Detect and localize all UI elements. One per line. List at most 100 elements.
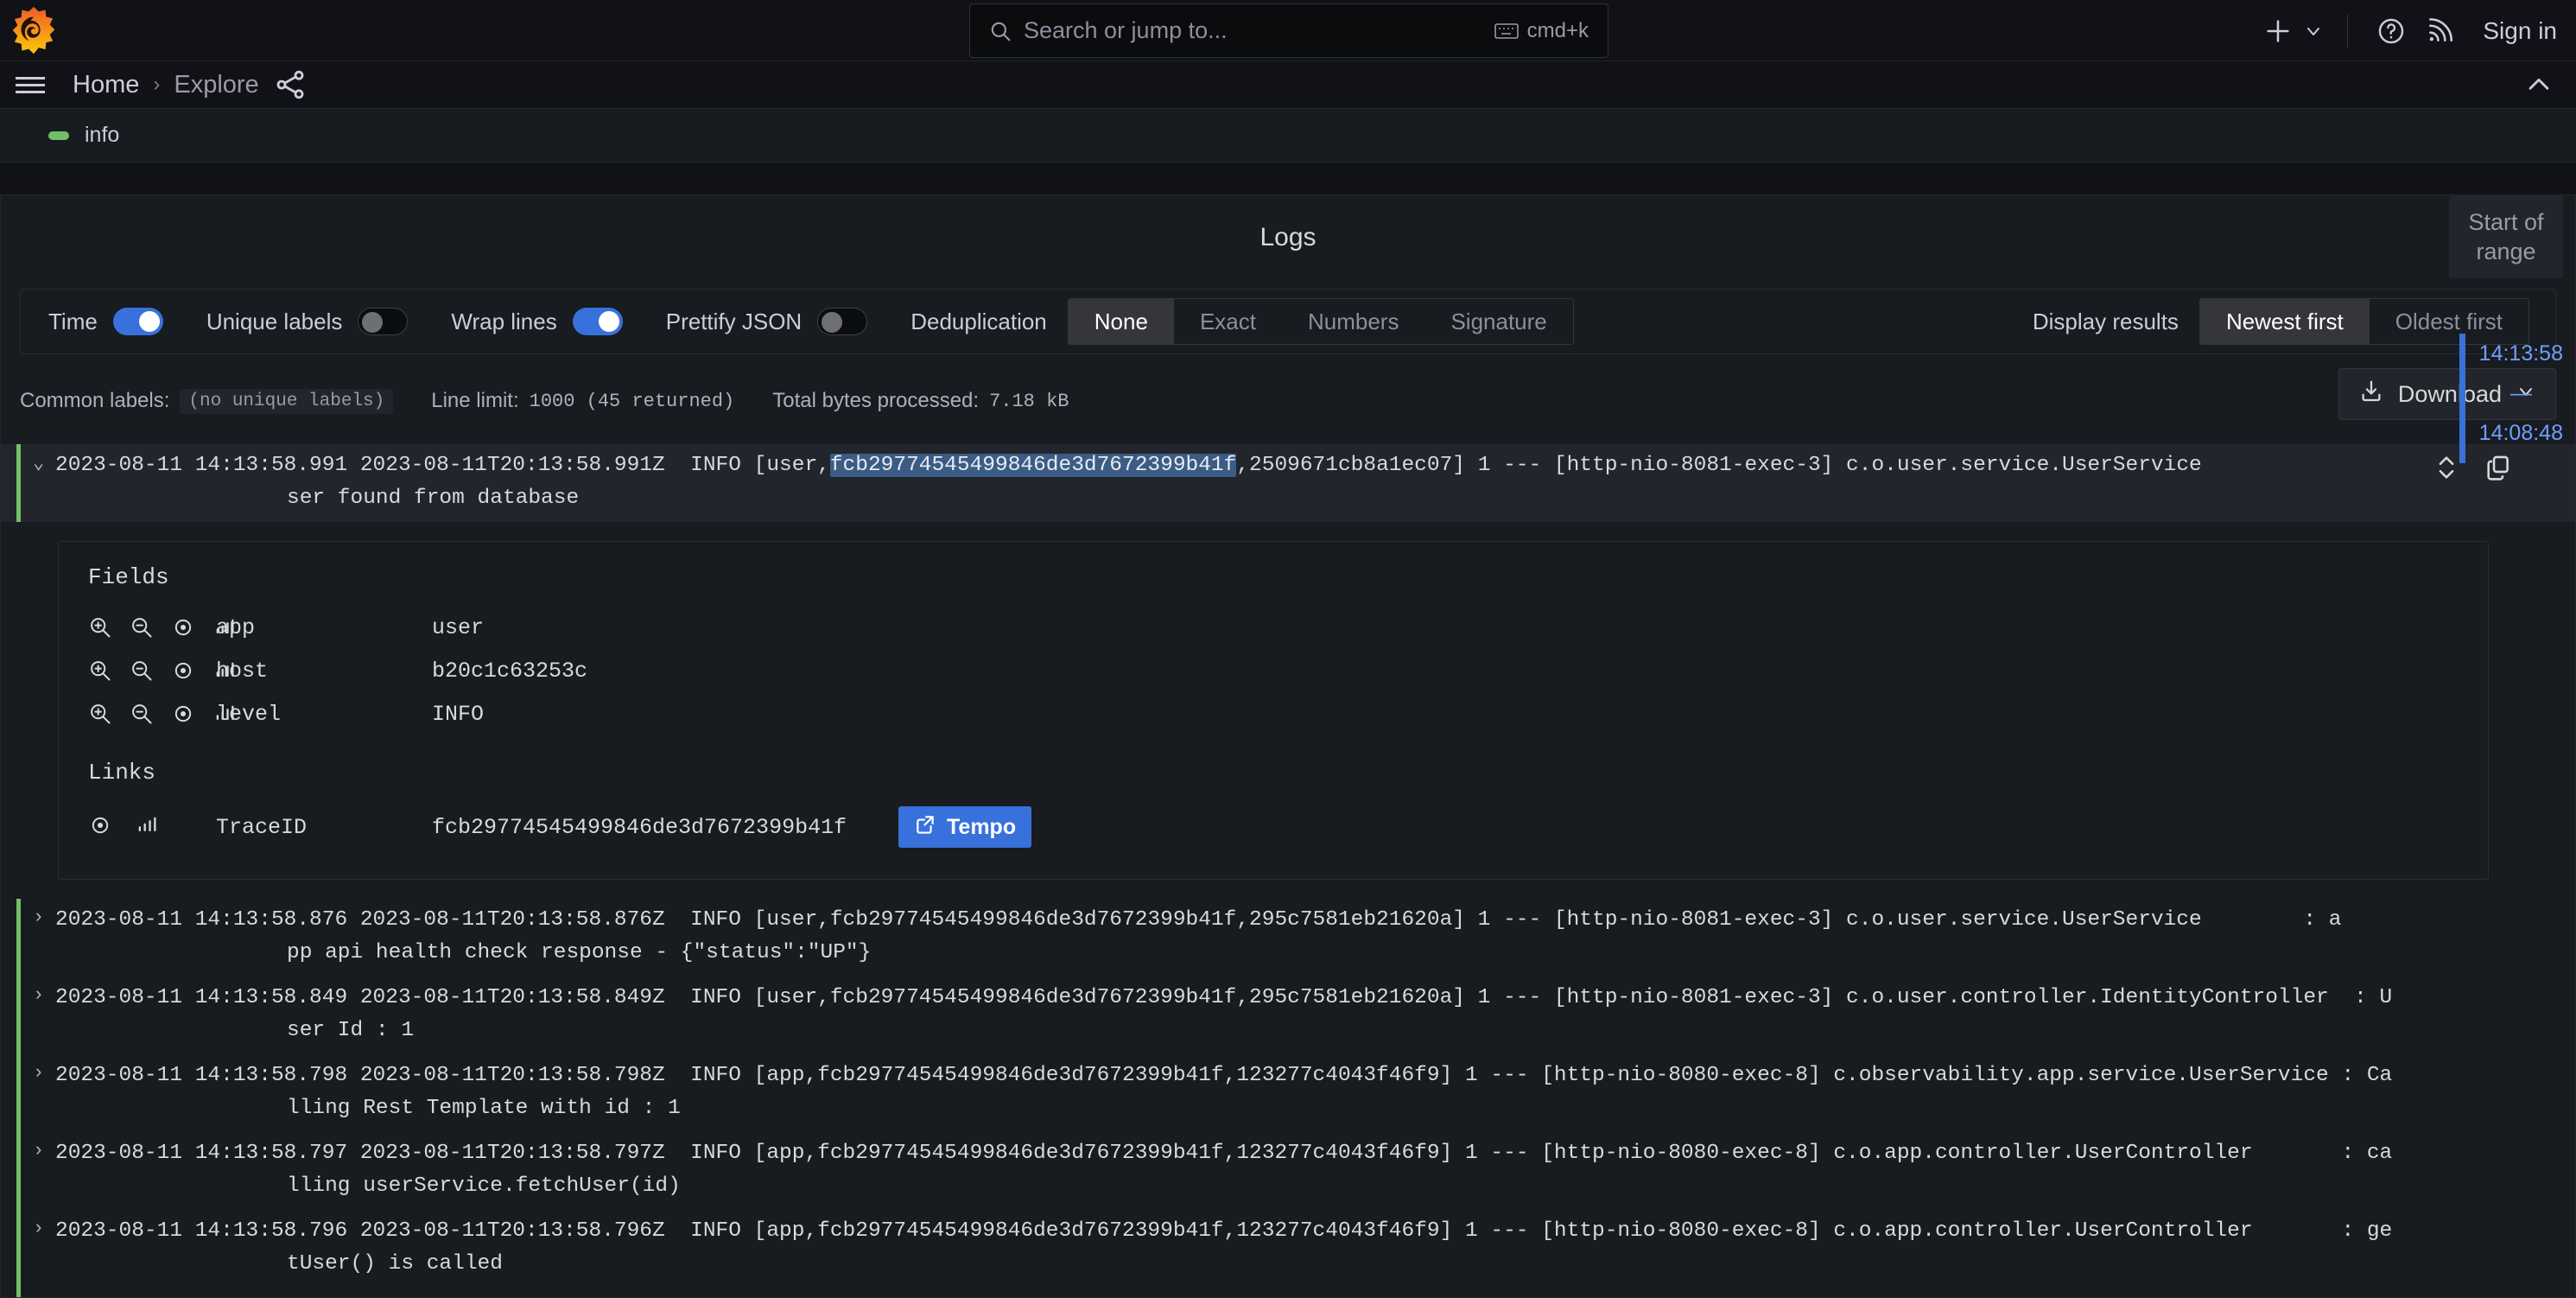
- field-action-icons: [88, 702, 234, 726]
- breadcrumb-item-explore[interactable]: Explore: [174, 71, 258, 99]
- graph-legend: info: [0, 109, 2576, 162]
- search-input[interactable]: Search or jump to... cmd+k: [969, 3, 1608, 58]
- sort-option-newest-first[interactable]: Newest first: [2199, 299, 2370, 344]
- log-row-toggle-arrow[interactable]: ⌄: [33, 444, 55, 522]
- eye-icon[interactable]: [171, 702, 195, 726]
- search-shortcut-label: cmd+k: [1526, 18, 1589, 42]
- eye-icon[interactable]: [171, 615, 195, 639]
- breadcrumb-separator: ›: [153, 73, 161, 96]
- log-row-line: [user,fcb29774545499846de3d7672399b41f,2…: [753, 908, 2342, 932]
- keyboard-icon: [1494, 22, 1519, 41]
- log-row[interactable]: › 2023-08-11 14:13:58.798 2023-08-11T20:…: [1, 1054, 2575, 1132]
- grafana-logo-icon[interactable]: [9, 5, 59, 55]
- log-row-toggle-arrow[interactable]: ›: [33, 1054, 55, 1132]
- deduplication-label: Deduplication: [910, 308, 1047, 334]
- field-key: level: [216, 701, 282, 727]
- log-row-toggle-arrow[interactable]: ›: [33, 899, 55, 977]
- log-row-text: 2023-08-11 14:13:58.849 2023-08-11T20:13…: [55, 977, 2575, 1054]
- range-end-time: 14:08:48: [2478, 421, 2563, 445]
- toggle-wrap-lines[interactable]: Wrap lines: [451, 308, 623, 335]
- eye-icon[interactable]: [88, 813, 112, 842]
- field-value: b20c1c63253c: [432, 658, 588, 684]
- links-heading: Links: [88, 760, 156, 786]
- log-row[interactable]: › 2023-08-11 14:13:58.849 2023-08-11T20:…: [1, 977, 2575, 1054]
- top-nav-actions: Sign in: [2257, 0, 2557, 61]
- breadcrumb: Home › Explore: [73, 71, 259, 99]
- zoom-in-icon[interactable]: [88, 702, 112, 726]
- external-link-icon: [914, 813, 936, 842]
- search-shortcut-hint: cmd+k: [1494, 19, 1589, 43]
- log-row[interactable]: › 2023-08-11 14:13:58.797 2023-08-11T20:…: [1, 1132, 2575, 1210]
- log-row-text: 2023-08-11 14:13:58.991 2023-08-11T20:13…: [55, 444, 2575, 522]
- dedup-option-signature[interactable]: Signature: [1424, 299, 1572, 344]
- dedup-option-numbers[interactable]: Numbers: [1282, 299, 1424, 344]
- toggle-time[interactable]: Time: [48, 308, 163, 335]
- field-action-icons: [88, 659, 234, 683]
- log-row[interactable]: › 2023-08-11 14:09:17.110 2023-08-11T20:…: [1, 1288, 2575, 1297]
- zoom-out-icon[interactable]: [130, 702, 154, 726]
- log-row[interactable]: › 2023-08-11 14:13:58.796 2023-08-11T20:…: [1, 1210, 2575, 1288]
- display-results-label: Display results: [2032, 308, 2179, 334]
- toggle-time-switch[interactable]: [112, 308, 163, 335]
- zoom-out-icon[interactable]: [130, 659, 154, 683]
- tempo-link-button[interactable]: Tempo: [898, 806, 1032, 848]
- range-bar: [2459, 334, 2465, 463]
- log-row-level: INFO: [690, 986, 741, 1009]
- panel-title: Logs: [1259, 223, 1317, 251]
- zoom-out-icon[interactable]: [130, 615, 154, 639]
- dedup-option-exact[interactable]: Exact: [1174, 299, 1282, 344]
- legend-series-label[interactable]: info: [85, 123, 119, 148]
- log-row-local-time: 2023-08-11 14:13:58.849: [55, 986, 348, 1009]
- toggle-unique-labels[interactable]: Unique labels: [206, 308, 409, 335]
- toggle-unique-labels-switch[interactable]: [358, 308, 409, 335]
- logs-meta-row: Common labels: (no unique labels) Line l…: [20, 368, 2556, 425]
- toggle-time-label: Time: [48, 308, 98, 334]
- log-row-toggle-arrow[interactable]: ›: [33, 977, 55, 1054]
- log-row-text: 2023-08-11 14:13:58.798 2023-08-11T20:13…: [55, 1054, 2575, 1132]
- common-labels-value: (no unique labels): [180, 388, 394, 414]
- chevron-up-icon[interactable]: [2524, 70, 2554, 99]
- breadcrumb-item-home[interactable]: Home: [73, 71, 139, 99]
- log-row-toggle-arrow[interactable]: ›: [33, 1210, 55, 1288]
- time-range-marker: 14:13:58 — 14:08:48: [2459, 334, 2563, 463]
- sign-in-button[interactable]: Sign in: [2483, 17, 2557, 45]
- share-icon[interactable]: [273, 67, 308, 102]
- log-row-utc-time: 2023-08-11T20:13:58.796Z: [359, 1219, 665, 1243]
- log-row-highlighted-traceid[interactable]: fcb29774545499846de3d7672399b41f: [829, 454, 1237, 477]
- log-row-utc-time: 2023-08-11T20:13:58.876Z: [359, 908, 665, 932]
- log-row-level: INFO: [690, 1064, 741, 1087]
- plus-icon[interactable]: [2257, 10, 2299, 52]
- bar-chart-icon[interactable]: [135, 813, 159, 842]
- top-navigation-bar: Search or jump to... cmd+k Sign in: [0, 0, 2576, 61]
- help-circle-icon[interactable]: [2367, 10, 2415, 52]
- log-row-toggle-arrow[interactable]: ›: [33, 1288, 55, 1297]
- log-row-expanded[interactable]: ⌄ 2023-08-11 14:13:58.991 2023-08-11T20:…: [1, 444, 2575, 522]
- log-row-toggle-arrow[interactable]: ›: [33, 1132, 55, 1210]
- rss-icon[interactable]: [2415, 10, 2464, 52]
- log-row-level: INFO: [690, 454, 741, 477]
- common-labels-label: Common labels:: [20, 389, 170, 412]
- log-row-wrapped-text: ser found from database: [287, 487, 580, 510]
- chevron-down-icon[interactable]: [2299, 10, 2328, 52]
- log-row-detail: Fields app user host b20c1c63253c level …: [58, 541, 2489, 880]
- log-row[interactable]: › 2023-08-11 14:13:58.876 2023-08-11T20:…: [1, 899, 2575, 977]
- toggle-prettify-json[interactable]: Prettify JSON: [665, 308, 868, 335]
- line-limit-value: 1000 (45 returned): [529, 390, 735, 412]
- link-key: TraceID: [216, 814, 308, 840]
- toggle-prettify-json-label: Prettify JSON: [665, 308, 803, 334]
- log-row-text: 2023-08-11 14:13:58.797 2023-08-11T20:13…: [55, 1132, 2575, 1210]
- dedup-option-none[interactable]: None: [1068, 299, 1174, 344]
- log-row-line: [app,fcb29774545499846de3d7672399b41f,12…: [753, 1142, 2393, 1165]
- log-row-wrapped-text: ser Id : 1: [287, 1019, 415, 1042]
- zoom-in-icon[interactable]: [88, 615, 112, 639]
- eye-icon[interactable]: [171, 659, 195, 683]
- search-icon: [989, 20, 1012, 42]
- log-row-level: INFO: [690, 1219, 741, 1243]
- toggle-wrap-lines-switch[interactable]: [572, 308, 623, 335]
- log-row-wrapped-text: lling userService.fetchUser(id): [287, 1174, 681, 1198]
- hamburger-menu-icon[interactable]: [7, 61, 54, 108]
- logs-panel: Logs Time Unique labels Wrap lines Prett…: [0, 194, 2576, 1298]
- zoom-in-icon[interactable]: [88, 659, 112, 683]
- expand-collapse-icon[interactable]: [2432, 453, 2461, 482]
- toggle-prettify-json-switch[interactable]: [817, 308, 868, 335]
